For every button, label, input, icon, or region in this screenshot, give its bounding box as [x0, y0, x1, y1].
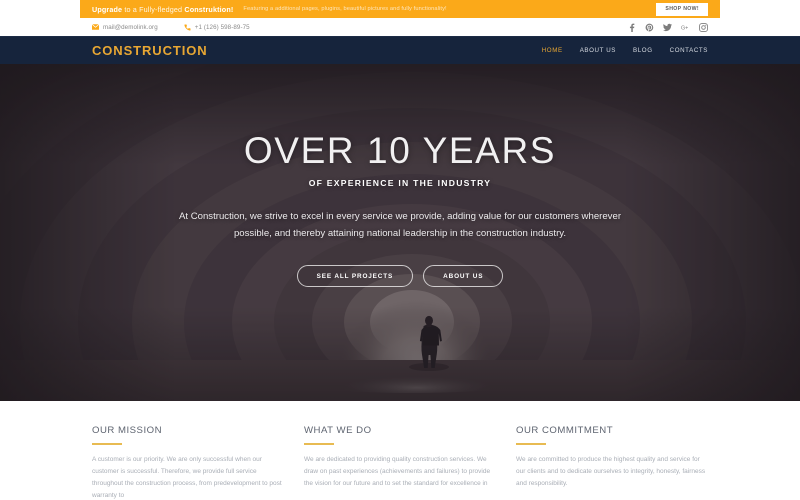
svg-text:G+: G+: [681, 25, 688, 31]
hero-subtitle: OF EXPERIENCE IN THE INDUSTRY: [308, 178, 492, 188]
promo-headline-bold: Upgrade: [92, 4, 123, 14]
feature-text: We are committed to produce the highest …: [516, 456, 706, 488]
twitter-icon[interactable]: [663, 23, 672, 32]
promo-bar: Upgrade to a Fully-fledged Construktion!…: [0, 0, 800, 18]
email-contact[interactable]: mail@demolink.org: [91, 23, 158, 31]
instagram-icon[interactable]: [699, 22, 708, 32]
hero-paragraph: At Construction, we strive to excel in e…: [178, 211, 622, 239]
promo-subtext: Featuring a additional pages, plugins, b…: [243, 6, 447, 12]
feature-title: WHAT WE DO: [304, 425, 372, 436]
promo-headline-rest: to a Fully-fledged: [122, 4, 185, 14]
main-navbar: CONSTRUCTION HOME ABOUT US BLOG CONTACTS: [0, 36, 800, 64]
email-text: mail@demolink.org: [103, 23, 158, 31]
navbar-inner: CONSTRUCTION HOME ABOUT US BLOG CONTACTS: [80, 37, 720, 64]
feature-column-what-we-do: WHAT WE DO We are dedicated to providing…: [304, 425, 496, 500]
contact-bar: mail@demolink.org +1 (126) 598-89-75 G+: [0, 18, 800, 36]
facebook-icon[interactable]: [627, 23, 636, 32]
phone-text: +1 (126) 598-89-75: [194, 23, 250, 31]
hero-buttons: SEE ALL PROJECTS ABOUT US: [296, 265, 504, 287]
feature-title: OUR MISSION: [92, 425, 162, 436]
feature-accent-rule: [92, 443, 122, 445]
envelope-icon: [91, 23, 100, 30]
feature-text: A customer is our priority. We are only …: [92, 456, 282, 500]
nav-link-contacts[interactable]: CONTACTS: [670, 47, 708, 54]
hero-title: OVER 10 YEARS: [243, 130, 557, 171]
social-links: G+: [627, 22, 708, 32]
contact-bar-inner: mail@demolink.org +1 (126) 598-89-75 G+: [80, 18, 720, 36]
feature-column-our-mission: OUR MISSION A customer is our priority. …: [92, 425, 284, 500]
promo-headline-bold2: Construktion!: [184, 4, 234, 14]
feature-title: OUR COMMITMENT: [516, 425, 614, 436]
promo-headline: Upgrade to a Fully-fledged Construktion!: [92, 5, 233, 14]
about-us-button[interactable]: ABOUT US: [423, 265, 504, 287]
shop-now-button[interactable]: SHOP NOW!: [656, 2, 708, 16]
feature-accent-rule: [304, 443, 334, 445]
hero-content: OVER 10 YEARS OF EXPERIENCE IN THE INDUS…: [0, 64, 800, 401]
phone-contact[interactable]: +1 (126) 598-89-75: [184, 24, 250, 31]
google-plus-icon[interactable]: G+: [681, 23, 690, 32]
nav-link-blog[interactable]: BLOG: [633, 47, 653, 54]
nav-links: HOME ABOUT US BLOG CONTACTS: [542, 47, 708, 54]
hero-section: OVER 10 YEARS OF EXPERIENCE IN THE INDUS…: [0, 64, 800, 401]
features-section: OUR MISSION A customer is our priority. …: [0, 401, 800, 500]
site-logo[interactable]: CONSTRUCTION: [92, 43, 208, 58]
see-all-projects-button[interactable]: SEE ALL PROJECTS: [296, 265, 414, 287]
pinterest-icon[interactable]: [645, 23, 654, 32]
phone-icon: [184, 24, 191, 31]
feature-text: We are dedicated to providing quality co…: [304, 456, 491, 488]
feature-column-our-commitment: OUR COMMITMENT We are committed to produ…: [516, 425, 708, 500]
feature-accent-rule: [516, 443, 546, 445]
features-inner: OUR MISSION A customer is our priority. …: [80, 401, 720, 500]
nav-link-about-us[interactable]: ABOUT US: [580, 47, 616, 54]
promo-bar-inner: Upgrade to a Fully-fledged Construktion!…: [80, 0, 720, 18]
nav-link-home[interactable]: HOME: [542, 47, 563, 54]
